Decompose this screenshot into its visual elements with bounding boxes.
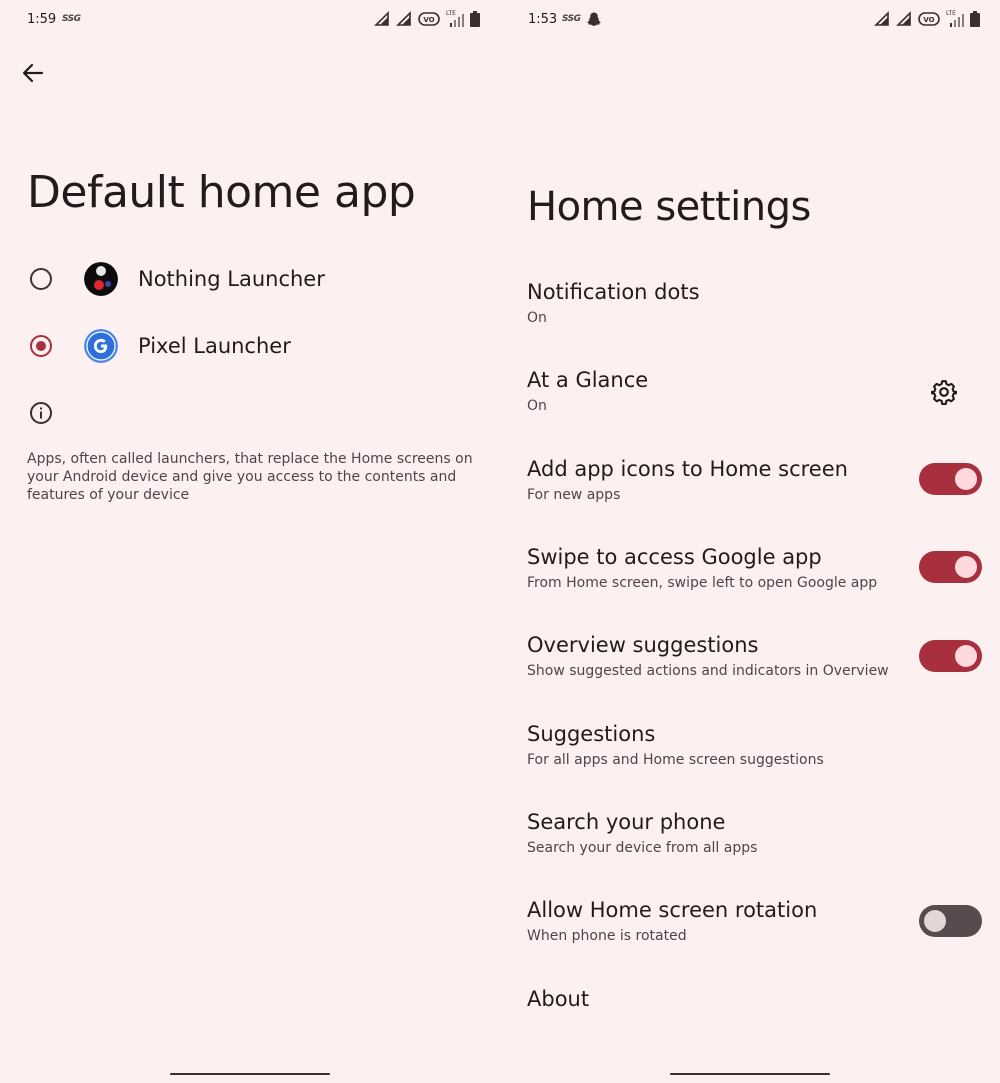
volte-icon: VO [918, 12, 940, 26]
setting-home-rotation[interactable]: Allow Home screen rotation When phone is… [527, 896, 907, 946]
snapchat-icon [587, 12, 601, 26]
setting-subtitle: From Home screen, swipe left to open Goo… [527, 575, 878, 591]
signal-wifi-icon [874, 11, 889, 26]
home-settings-screen: 1:53 SSG VO LTE Home settings Notificati… [500, 0, 1000, 1083]
setting-subtitle: For new apps [527, 487, 621, 503]
network-label: SSG [62, 14, 81, 24]
toggle-knob [955, 645, 977, 667]
volte-label: VO [923, 16, 934, 24]
navigation-handle[interactable] [170, 1073, 330, 1075]
radio-button[interactable] [30, 268, 52, 290]
toggle-knob [955, 556, 977, 578]
status-time: 1:59 [27, 12, 57, 27]
back-button[interactable] [20, 60, 46, 86]
toggle-knob [924, 910, 946, 932]
gear-icon[interactable] [931, 379, 957, 405]
option-label: Nothing Launcher [138, 267, 325, 291]
overview-suggestions-toggle[interactable] [919, 640, 982, 672]
setting-subtitle: Search your device from all apps [527, 840, 758, 856]
setting-title: Swipe to access Google app [527, 545, 822, 569]
page-title: Default home app [27, 167, 416, 218]
battery-icon [970, 11, 980, 27]
status-icons: VO LTE [374, 10, 480, 28]
signal-wifi-icon-2 [896, 11, 911, 26]
setting-subtitle: On [527, 398, 547, 414]
swipe-google-app-toggle[interactable] [919, 551, 982, 583]
volte-icon: VO [418, 12, 440, 26]
page-title: Home settings [527, 184, 811, 230]
signal-wifi-icon-2 [396, 11, 411, 26]
setting-subtitle: When phone is rotated [527, 928, 687, 944]
setting-subtitle: On [527, 310, 547, 326]
setting-search-phone[interactable]: Search your phone Search your device fro… [527, 808, 987, 858]
google-g-icon [84, 329, 118, 363]
status-icons: VO LTE [874, 10, 980, 28]
setting-title: Add app icons to Home screen [527, 457, 848, 481]
setting-swipe-google-app[interactable]: Swipe to access Google app From Home scr… [527, 543, 907, 593]
setting-at-a-glance[interactable]: At a Glance On [527, 366, 907, 416]
toggle-knob [955, 468, 977, 490]
setting-overview-suggestions[interactable]: Overview suggestions Show suggested acti… [527, 631, 907, 681]
setting-title: Overview suggestions [527, 633, 759, 657]
navigation-handle[interactable] [670, 1073, 830, 1075]
lte-label: LTE [946, 10, 956, 17]
setting-title: About [527, 987, 590, 1011]
setting-subtitle: For all apps and Home screen suggestions [527, 752, 824, 768]
setting-title: Search your phone [527, 810, 726, 834]
lte-signal-icon: LTE [946, 10, 964, 27]
add-app-icons-toggle[interactable] [919, 463, 982, 495]
info-icon [30, 402, 52, 424]
battery-icon [470, 11, 480, 27]
arrow-back-icon [22, 63, 44, 83]
network-label: SSG [562, 14, 581, 24]
launcher-option-nothing[interactable]: Nothing Launcher [0, 249, 500, 309]
setting-title: Notification dots [527, 280, 700, 304]
option-label: Pixel Launcher [138, 334, 291, 358]
status-bar: 1:59 SSG VO LTE [0, 0, 500, 40]
setting-title: Suggestions [527, 722, 656, 746]
status-bar: 1:53 SSG VO LTE [500, 0, 1000, 40]
lte-label: LTE [446, 10, 456, 17]
setting-title: Allow Home screen rotation [527, 898, 818, 922]
signal-wifi-icon [374, 11, 389, 26]
home-rotation-toggle[interactable] [919, 905, 982, 937]
radio-button-selected[interactable] [30, 335, 52, 357]
setting-title: At a Glance [527, 368, 649, 392]
setting-add-app-icons[interactable]: Add app icons to Home screen For new app… [527, 455, 907, 505]
setting-notification-dots[interactable]: Notification dots On [527, 278, 987, 328]
setting-about[interactable]: About [527, 985, 987, 1013]
default-home-app-screen: 1:59 SSG VO LTE Default home app Nothing… [0, 0, 500, 1083]
status-time: 1:53 [528, 12, 558, 27]
setting-subtitle: Show suggested actions and indicators in… [527, 663, 889, 679]
nothing-launcher-icon [84, 262, 118, 296]
info-description: Apps, often called launchers, that repla… [27, 451, 473, 503]
lte-signal-icon: LTE [446, 10, 464, 27]
volte-label: VO [423, 16, 434, 24]
setting-suggestions[interactable]: Suggestions For all apps and Home screen… [527, 720, 987, 770]
launcher-option-pixel[interactable]: Pixel Launcher [0, 316, 500, 376]
